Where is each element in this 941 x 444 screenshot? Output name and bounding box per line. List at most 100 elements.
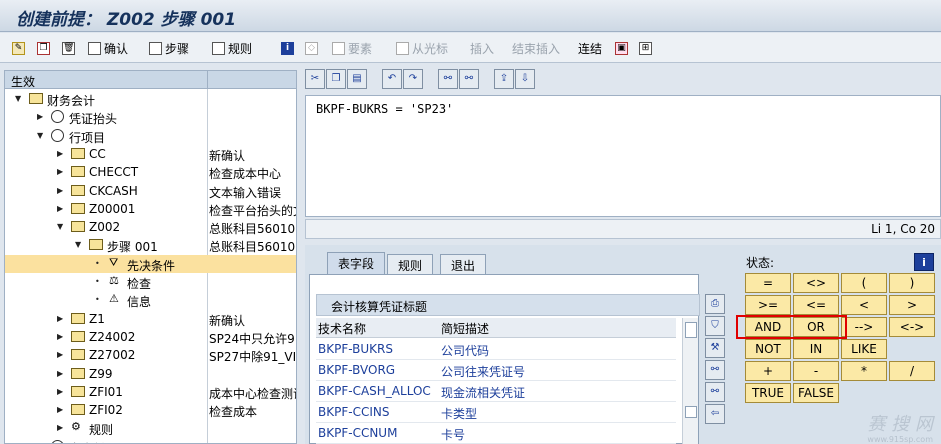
tree-row[interactable]: ▶ CKCASH 文本输入错误 bbox=[5, 182, 296, 200]
operator-button[interactable]: + bbox=[745, 361, 791, 381]
tree-row[interactable]: ▶ ZFI01 成本中心检查测试 bbox=[5, 383, 296, 401]
collapsed-arrow-icon[interactable]: ▶ bbox=[57, 165, 65, 178]
collapsed-arrow-icon[interactable]: ▶ bbox=[57, 312, 65, 325]
collapsed-arrow-icon[interactable]: ▶ bbox=[57, 367, 65, 380]
hierarchy-icon[interactable]: ⊞ bbox=[639, 40, 652, 56]
tree-row[interactable]: ▼ 行项目 bbox=[5, 127, 296, 145]
tab-exit[interactable]: 退出 bbox=[440, 254, 487, 274]
tools-icon[interactable]: ⚒ bbox=[705, 338, 725, 358]
field-row[interactable]: BKPF-BUKRS 公司代码 bbox=[316, 339, 676, 360]
find-next-icon[interactable]: ⚯ bbox=[705, 382, 725, 402]
operator-button[interactable]: <= bbox=[793, 295, 839, 315]
scroll-thumb[interactable] bbox=[685, 322, 697, 338]
tree-row[interactable]: • ⚖ 检查 bbox=[5, 273, 296, 291]
collapsed-arrow-icon[interactable]: ▶ bbox=[57, 184, 65, 197]
operator-button[interactable]: >= bbox=[745, 295, 791, 315]
operator-button[interactable]: LIKE bbox=[841, 339, 887, 359]
transport-icon[interactable]: ◇ bbox=[305, 40, 318, 56]
print-icon[interactable]: ⎙ bbox=[705, 294, 725, 314]
filter-icon[interactable]: ⛉ bbox=[705, 316, 725, 336]
operator-button[interactable]: - bbox=[793, 361, 839, 381]
tab-table-fields[interactable]: 表字段 bbox=[327, 252, 386, 274]
collapsed-arrow-icon[interactable]: ▶ bbox=[37, 440, 45, 443]
confirm-button[interactable]: 确认 bbox=[88, 40, 128, 56]
tree-row[interactable]: ▶ Z1 新确认 bbox=[5, 310, 296, 328]
expanded-arrow-icon[interactable]: ▼ bbox=[15, 92, 23, 105]
operator-button[interactable]: ) bbox=[889, 273, 935, 293]
tree-row[interactable]: ▶ Z27002 SP27中除91_VII bbox=[5, 346, 296, 364]
tree-row[interactable]: ▶ Z99 bbox=[5, 365, 296, 383]
collapsed-arrow-icon[interactable]: ▶ bbox=[57, 330, 65, 343]
save-to-icon[interactable]: ▣ bbox=[615, 40, 628, 56]
field-row[interactable]: BKPF-CCINS 卡类型 bbox=[316, 402, 676, 423]
tree-row[interactable]: ▼ 财务会计 bbox=[5, 90, 296, 108]
tree-row[interactable]: ▶ Z00001 检查平台抬头的文 bbox=[5, 200, 296, 218]
edit-pencil-icon[interactable]: ✎ bbox=[12, 40, 25, 56]
operator-button[interactable]: FALSE bbox=[793, 383, 839, 403]
find-next-icon[interactable]: ⚯ bbox=[459, 69, 479, 89]
info-icon[interactable]: i bbox=[914, 253, 934, 271]
tree-row[interactable]: • ⚠ 信息 bbox=[5, 291, 296, 309]
rule-button[interactable]: 规则 bbox=[212, 40, 252, 56]
expanded-arrow-icon[interactable]: ▼ bbox=[37, 129, 45, 142]
collapsed-arrow-icon[interactable]: ▶ bbox=[37, 110, 45, 123]
tree-row[interactable]: • ⛛ 先决条件 bbox=[5, 254, 296, 273]
tree-row[interactable]: ▶ ⚙ 规则 bbox=[5, 419, 296, 437]
from-cursor-button[interactable]: 从光标 bbox=[396, 40, 448, 56]
expanded-arrow-icon[interactable]: ▼ bbox=[57, 220, 65, 233]
tree-row[interactable]: ▶ CC 新确认 bbox=[5, 145, 296, 163]
operator-button[interactable]: IN bbox=[793, 339, 839, 359]
operator-button[interactable]: ( bbox=[841, 273, 887, 293]
collapsed-arrow-icon[interactable]: ▶ bbox=[57, 147, 65, 160]
upload-icon[interactable]: ⇪ bbox=[494, 69, 514, 89]
end-insert-button[interactable]: 结束插入 bbox=[512, 40, 560, 56]
field-row[interactable]: BKPF-BVORG 公司往来凭证号 bbox=[316, 360, 676, 381]
scroll-thumb-lower[interactable] bbox=[685, 406, 697, 418]
operator-button[interactable]: <-> bbox=[889, 317, 935, 337]
tree-row[interactable]: ▼ Z002 总账科目56010( bbox=[5, 218, 296, 236]
cut-icon[interactable]: ✂ bbox=[305, 69, 325, 89]
collapsed-arrow-icon[interactable]: ▶ bbox=[57, 403, 65, 416]
connect-button[interactable]: 连结 bbox=[578, 40, 602, 56]
insert-arrow-icon[interactable]: ⇦ bbox=[705, 404, 725, 424]
code-textarea[interactable]: BKPF-BUKRS = 'SP23' bbox=[305, 95, 941, 217]
operator-button[interactable]: --> bbox=[841, 317, 887, 337]
tree-row[interactable]: ▶ ZFI02 检查成本 bbox=[5, 401, 296, 419]
copy-icon[interactable]: ❐ bbox=[37, 40, 50, 56]
tree-row[interactable]: ▶ 完全凭证 bbox=[5, 438, 296, 443]
insert-button[interactable]: 插入 bbox=[470, 40, 494, 56]
operator-button[interactable]: / bbox=[889, 361, 935, 381]
operator-button[interactable]: < bbox=[841, 295, 887, 315]
expanded-arrow-icon[interactable]: ▼ bbox=[75, 238, 83, 251]
field-row[interactable]: BKPF-CCNUM 卡号 bbox=[316, 423, 676, 444]
redo-icon[interactable]: ↷ bbox=[403, 69, 423, 89]
clock-icon bbox=[51, 128, 64, 142]
operator-button[interactable]: > bbox=[889, 295, 935, 315]
operator-button[interactable]: NOT bbox=[745, 339, 791, 359]
info-icon[interactable]: i bbox=[281, 40, 294, 56]
find-icon[interactable]: ⚯ bbox=[705, 360, 725, 380]
operator-button[interactable]: <> bbox=[793, 273, 839, 293]
find-icon[interactable]: ⚯ bbox=[438, 69, 458, 89]
collapsed-arrow-icon[interactable]: ▶ bbox=[57, 202, 65, 215]
operator-button[interactable]: TRUE bbox=[745, 383, 791, 403]
collapsed-arrow-icon[interactable]: ▶ bbox=[57, 421, 65, 434]
download-icon[interactable]: ⇩ bbox=[515, 69, 535, 89]
tree-row[interactable]: ▶ Z24002 SP24中只允许91 bbox=[5, 328, 296, 346]
delete-icon[interactable]: 🗑 bbox=[62, 40, 75, 56]
tree-row[interactable]: ▶ CHECCT 检查成本中心 bbox=[5, 163, 296, 181]
tree-row[interactable]: ▼ 步骤 001 总账科目56010( bbox=[5, 236, 296, 254]
collapsed-arrow-icon[interactable]: ▶ bbox=[57, 348, 65, 361]
operator-button[interactable]: * bbox=[841, 361, 887, 381]
step-button[interactable]: 步骤 bbox=[149, 40, 189, 56]
element-button[interactable]: 要素 bbox=[332, 40, 372, 56]
operator-button[interactable]: = bbox=[745, 273, 791, 293]
undo-icon[interactable]: ↶ bbox=[382, 69, 402, 89]
paste-icon[interactable]: ▤ bbox=[347, 69, 367, 89]
tree-row[interactable]: ▶ 凭证抬头 bbox=[5, 108, 296, 126]
tab-rules[interactable]: 规则 bbox=[387, 254, 434, 274]
field-row[interactable]: BKPF-CASH_ALLOC 现金流相关凭证 bbox=[316, 381, 676, 402]
copy-icon[interactable]: ❐ bbox=[326, 69, 346, 89]
collapsed-arrow-icon[interactable]: ▶ bbox=[57, 385, 65, 398]
vertical-scrollbar[interactable] bbox=[682, 318, 698, 444]
